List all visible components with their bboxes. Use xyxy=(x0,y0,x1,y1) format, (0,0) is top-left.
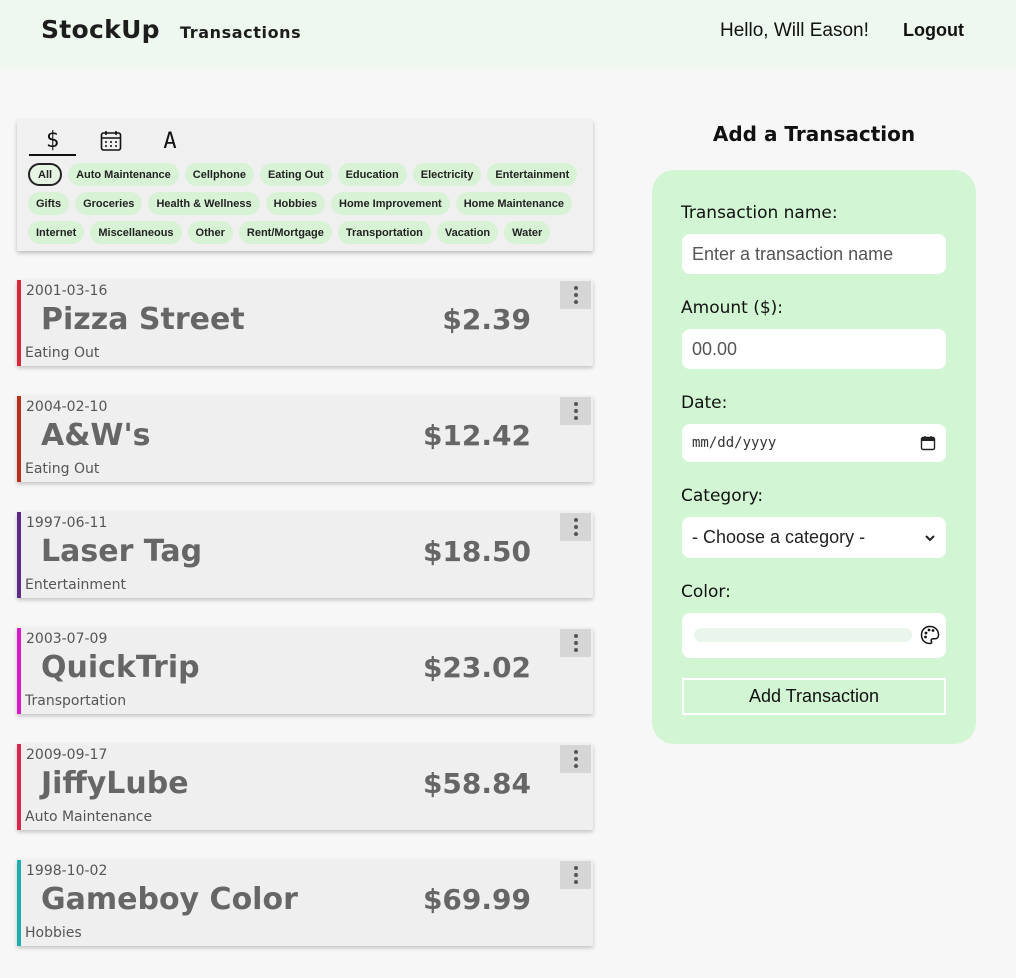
transaction-card: 2003-07-09 QuickTrip $23.02 Transportati… xyxy=(17,628,593,714)
transaction-date: 1998-10-02 xyxy=(26,863,108,879)
filter-panel: $ A All Auto Maintenance Cellphone Eatin… xyxy=(17,120,593,251)
chip-other[interactable]: Other xyxy=(187,221,233,244)
transaction-date: 2009-09-17 xyxy=(26,747,108,763)
category-filter-chips: All Auto Maintenance Cellphone Eating Ou… xyxy=(28,163,588,250)
color-track[interactable] xyxy=(694,628,912,642)
sort-by-date-tab[interactable] xyxy=(95,126,127,156)
chip-all[interactable]: All xyxy=(28,163,63,186)
name-label: Transaction name: xyxy=(681,203,838,223)
more-options-icon[interactable] xyxy=(560,281,591,309)
amount-placeholder: 00.00 xyxy=(692,338,738,359)
transaction-category: Hobbies xyxy=(25,925,82,941)
chip-groceries[interactable]: Groceries xyxy=(75,192,143,215)
calendar-icon[interactable] xyxy=(920,435,936,451)
chip-entertainment[interactable]: Entertainment xyxy=(487,163,578,186)
app-header: StockUp Transactions Hello, Will Eason! … xyxy=(0,0,1016,69)
transaction-card: 2004-02-10 A&W's $12.42 Eating Out xyxy=(17,396,593,482)
transaction-date: 2004-02-10 xyxy=(26,399,108,415)
chip-electricity[interactable]: Electricity xyxy=(412,163,482,186)
category-selected-value: - Choose a category - xyxy=(692,527,866,547)
transaction-name-input[interactable]: Enter a transaction name xyxy=(682,234,946,274)
transaction-amount: $69.99 xyxy=(422,883,531,916)
chip-water[interactable]: Water xyxy=(504,221,551,244)
transaction-date: 2003-07-09 xyxy=(26,631,108,647)
chip-auto-maintenance[interactable]: Auto Maintenance xyxy=(68,163,179,186)
sort-by-name-tab[interactable]: A xyxy=(157,126,183,156)
name-placeholder: Enter a transaction name xyxy=(692,243,894,264)
chip-education[interactable]: Education xyxy=(337,163,407,186)
transaction-category: Entertainment xyxy=(25,577,127,593)
add-transaction-button[interactable]: Add Transaction xyxy=(682,678,946,715)
chip-home-maintenance[interactable]: Home Maintenance xyxy=(455,192,572,215)
palette-icon[interactable] xyxy=(920,625,940,645)
amount-label: Amount ($): xyxy=(681,298,784,318)
chip-hobbies[interactable]: Hobbies xyxy=(265,192,326,215)
dollar-icon: $ xyxy=(45,127,60,153)
color-picker[interactable] xyxy=(682,613,946,658)
chip-health-wellness[interactable]: Health & Wellness xyxy=(148,192,260,215)
transaction-name: JiffyLube xyxy=(41,766,189,801)
more-options-icon[interactable] xyxy=(560,513,591,541)
amount-input[interactable]: 00.00 xyxy=(682,329,946,369)
transaction-name: QuickTrip xyxy=(41,650,200,685)
transaction-amount: $23.02 xyxy=(422,651,531,684)
transaction-date: 1997-06-11 xyxy=(26,515,108,531)
transaction-amount: $2.39 xyxy=(442,303,531,336)
transaction-name: Pizza Street xyxy=(41,302,245,337)
transaction-card: 1997-06-11 Laser Tag $18.50 Entertainmen… xyxy=(17,512,593,598)
logout-button[interactable]: Logout xyxy=(903,20,964,41)
chip-miscellaneous[interactable]: Miscellaneous xyxy=(90,221,182,244)
chip-row: All Auto Maintenance Cellphone Eating Ou… xyxy=(28,163,588,187)
calendar-icon xyxy=(100,131,122,151)
user-greeting: Hello, Will Eason! xyxy=(720,20,869,41)
color-label: Color: xyxy=(681,582,731,602)
chip-cellphone[interactable]: Cellphone xyxy=(184,163,254,186)
transaction-category: Auto Maintenance xyxy=(25,809,153,825)
chip-row: Internet Miscellaneous Other Rent/Mortga… xyxy=(28,221,588,245)
transaction-date: 2001-03-16 xyxy=(26,283,108,299)
sort-tabs: $ A xyxy=(29,126,209,156)
more-options-icon[interactable] xyxy=(560,745,591,773)
transaction-name: Gameboy Color xyxy=(41,882,298,917)
category-label: Category: xyxy=(681,486,764,506)
transaction-amount: $18.50 xyxy=(422,535,531,568)
transaction-category: Eating Out xyxy=(25,345,100,361)
sort-by-amount-tab[interactable]: $ xyxy=(29,126,76,156)
nav-transactions-link[interactable]: Transactions xyxy=(180,23,301,42)
add-transaction-title: Add a Transaction xyxy=(712,122,916,146)
transaction-amount: $58.84 xyxy=(422,767,531,800)
chip-internet[interactable]: Internet xyxy=(28,221,85,244)
alphabet-icon: A xyxy=(163,128,177,154)
more-options-icon[interactable] xyxy=(560,861,591,889)
transaction-card: 1998-10-02 Gameboy Color $69.99 Hobbies xyxy=(17,860,593,946)
chip-row: Gifts Groceries Health & Wellness Hobbie… xyxy=(28,192,588,216)
chip-home-improvement[interactable]: Home Improvement xyxy=(331,192,450,215)
chip-eating-out[interactable]: Eating Out xyxy=(259,163,332,186)
transaction-name: Laser Tag xyxy=(41,534,203,569)
chip-rent-mortgage[interactable]: Rent/Mortgage xyxy=(238,221,332,244)
chip-gifts[interactable]: Gifts xyxy=(28,192,70,215)
more-options-icon[interactable] xyxy=(560,629,591,657)
brand-logo[interactable]: StockUp xyxy=(41,15,160,44)
chevron-down-icon xyxy=(925,534,935,541)
transaction-card: 2001-03-16 Pizza Street $2.39 Eating Out xyxy=(17,280,593,366)
transaction-category: Transportation xyxy=(25,693,127,709)
transaction-amount: $12.42 xyxy=(422,419,531,452)
add-transaction-form: Transaction name: Enter a transaction na… xyxy=(652,170,976,744)
transaction-category: Eating Out xyxy=(25,461,100,477)
more-options-icon[interactable] xyxy=(560,397,591,425)
category-select[interactable]: - Choose a category - xyxy=(682,517,946,558)
date-label: Date: xyxy=(681,393,728,413)
date-placeholder: mm/dd/yyyy xyxy=(692,435,777,451)
transaction-name: A&W's xyxy=(41,418,151,453)
chip-transportation[interactable]: Transportation xyxy=(337,221,431,244)
date-input[interactable]: mm/dd/yyyy xyxy=(682,424,946,462)
chip-vacation[interactable]: Vacation xyxy=(436,221,499,244)
transaction-card: 2009-09-17 JiffyLube $58.84 Auto Mainten… xyxy=(17,744,593,830)
